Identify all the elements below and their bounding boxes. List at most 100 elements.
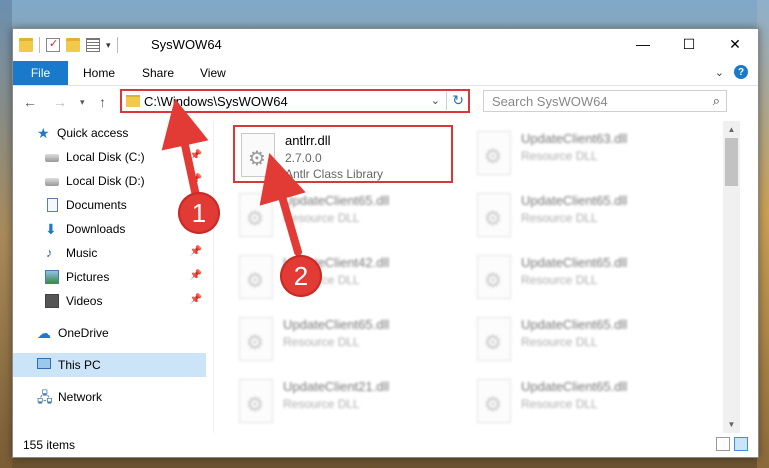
minimize-button[interactable]: — bbox=[620, 29, 666, 59]
address-bar[interactable]: C:\Windows\SysWOW64 ⌄ ↻ bbox=[120, 89, 470, 113]
tab-view[interactable]: View bbox=[200, 61, 226, 85]
forward-arrow-icon[interactable]: → bbox=[53, 94, 67, 110]
customize-toolbar-chevron-icon[interactable]: ▾ bbox=[106, 40, 111, 51]
file-name: UpdateClient65.dll bbox=[521, 317, 628, 332]
file-item[interactable]: ⚙ UpdateClient65.dll Resource DLL bbox=[471, 187, 691, 245]
gear-icon: ⚙ bbox=[484, 146, 502, 168]
gear-icon: ⚙ bbox=[246, 270, 264, 292]
computer-icon bbox=[37, 358, 51, 369]
document-icon bbox=[47, 198, 58, 212]
sidebar-item-onedrive[interactable]: ☁ OneDrive bbox=[13, 321, 206, 345]
disk-icon bbox=[45, 154, 59, 162]
scroll-down-arrow-icon[interactable]: ▼ bbox=[723, 416, 740, 433]
file-version: 2.7.0.0 bbox=[285, 151, 322, 165]
up-arrow-icon[interactable]: ↑ bbox=[99, 94, 106, 110]
properties-icon[interactable] bbox=[86, 38, 100, 52]
gear-icon: ⚙ bbox=[484, 332, 502, 354]
file-type: Resource DLL bbox=[521, 397, 598, 411]
gear-icon: ⚙ bbox=[246, 208, 264, 230]
view-switcher bbox=[716, 437, 748, 451]
new-folder-icon[interactable] bbox=[66, 38, 80, 52]
status-bar: 155 items bbox=[13, 433, 758, 457]
file-item[interactable]: ⚙ UpdateClient42.dll Resource DLL bbox=[233, 249, 453, 307]
title-bar: ▾ SysWOW64 — ☐ ✕ bbox=[13, 29, 758, 61]
sidebar-item-network[interactable]: 🖧 Network bbox=[13, 385, 206, 409]
tab-share[interactable]: Share bbox=[142, 61, 174, 85]
close-button[interactable]: ✕ bbox=[712, 29, 758, 59]
sidebar-item-local-disk-c[interactable]: Local Disk (C:) 📌 bbox=[13, 145, 206, 169]
gear-icon: ⚙ bbox=[484, 394, 502, 416]
file-item[interactable]: ⚙ UpdateClient65.dll Resource DLL bbox=[233, 311, 453, 369]
file-name: UpdateClient65.dll bbox=[283, 317, 390, 332]
scrollbar-thumb[interactable] bbox=[725, 138, 738, 186]
vertical-scrollbar[interactable]: ▲ ▼ bbox=[723, 121, 740, 433]
file-item[interactable]: ⚙ UpdateClient65.dll Resource DLL bbox=[471, 373, 691, 431]
file-name: UpdateClient65.dll bbox=[521, 193, 628, 208]
sidebar-item-local-disk-d[interactable]: Local Disk (D:) 📌 bbox=[13, 169, 206, 193]
file-type: Resource DLL bbox=[521, 211, 598, 225]
sidebar-item-this-pc[interactable]: This PC bbox=[13, 353, 206, 377]
expand-ribbon-chevron-icon[interactable]: ⌄ bbox=[715, 66, 724, 79]
refresh-icon[interactable]: ↻ bbox=[446, 92, 464, 110]
star-icon: ★ bbox=[37, 125, 50, 141]
scroll-up-arrow-icon[interactable]: ▲ bbox=[723, 121, 740, 138]
gear-icon: ⚙ bbox=[484, 270, 502, 292]
dll-file-icon: ⚙ bbox=[239, 379, 273, 423]
navigation-pane: ★ Quick access Local Disk (C:) 📌 Local D… bbox=[13, 121, 206, 433]
pin-icon[interactable]: 📌 bbox=[190, 270, 202, 281]
file-item[interactable]: ⚙ UpdateClient65.dll Resource DLL bbox=[233, 187, 453, 245]
window-controls: — ☐ ✕ bbox=[620, 29, 758, 59]
pin-icon[interactable]: 📌 bbox=[190, 246, 202, 257]
sidebar-item-videos[interactable]: Videos 📌 bbox=[13, 289, 206, 313]
details-view-icon[interactable] bbox=[716, 437, 730, 451]
pin-icon[interactable]: 📌 bbox=[190, 294, 202, 305]
file-name: UpdateClient65.dll bbox=[521, 379, 628, 394]
maximize-button[interactable]: ☐ bbox=[666, 29, 712, 59]
recent-locations-chevron-icon[interactable]: ▾ bbox=[80, 97, 85, 108]
dll-file-icon: ⚙ bbox=[239, 193, 273, 237]
file-description: Antlr Class Library bbox=[285, 167, 384, 181]
file-name: UpdateClient21.dll bbox=[283, 379, 390, 394]
network-icon: 🖧 bbox=[37, 389, 53, 405]
sidebar-item-label: Videos bbox=[66, 294, 103, 308]
sidebar-item-label: Local Disk (D:) bbox=[66, 174, 145, 188]
file-name: UpdateClient63.dll bbox=[521, 131, 628, 146]
file-item-antlrr-dll[interactable]: ⚙ antlrr.dll 2.7.0.0 Antlr Class Library bbox=[233, 125, 453, 183]
pin-icon[interactable]: 📌 bbox=[190, 150, 202, 161]
address-dropdown-chevron-icon[interactable]: ⌄ bbox=[431, 94, 440, 107]
sidebar-item-music[interactable]: ♪ Music 📌 bbox=[13, 241, 206, 265]
tab-home[interactable]: Home bbox=[83, 61, 115, 85]
sidebar-item-label: Music bbox=[66, 246, 98, 260]
file-item[interactable]: ⚙ UpdateClient65.dll Resource DLL bbox=[471, 311, 691, 369]
file-item[interactable]: ⚙ UpdateClient63.dll Resource DLL bbox=[471, 125, 691, 183]
dll-file-icon: ⚙ bbox=[477, 131, 511, 175]
help-icon[interactable]: ? bbox=[734, 65, 748, 79]
desktop-background-left bbox=[0, 0, 12, 468]
file-item[interactable]: ⚙ UpdateClient21.dll Resource DLL bbox=[233, 373, 453, 431]
dll-file-icon: ⚙ bbox=[477, 255, 511, 299]
gear-icon: ⚙ bbox=[484, 208, 502, 230]
tab-file[interactable]: File bbox=[13, 61, 68, 85]
sidebar-item-pictures[interactable]: Pictures 📌 bbox=[13, 265, 206, 289]
file-item[interactable]: ⚙ UpdateClient65.dll Resource DLL bbox=[471, 249, 691, 307]
videos-icon bbox=[45, 294, 59, 308]
toolbar-divider bbox=[39, 37, 40, 53]
sidebar-item-downloads[interactable]: ⬇ Downloads 📌 bbox=[13, 217, 206, 241]
back-arrow-icon[interactable]: ← bbox=[23, 94, 37, 110]
dll-file-icon: ⚙ bbox=[477, 317, 511, 361]
pin-icon[interactable]: 📌 bbox=[190, 174, 202, 185]
dll-file-icon: ⚙ bbox=[239, 255, 273, 299]
checkmark-icon[interactable] bbox=[46, 37, 60, 52]
address-path[interactable]: C:\Windows\SysWOW64 bbox=[144, 94, 288, 109]
file-type: Resource DLL bbox=[283, 211, 360, 225]
folder-icon bbox=[126, 95, 140, 107]
search-input[interactable]: Search SysWOW64 ⌕ bbox=[483, 90, 727, 112]
sidebar-item-quick-access[interactable]: ★ Quick access bbox=[13, 121, 206, 145]
gear-icon: ⚙ bbox=[246, 394, 264, 416]
sidebar-item-label: Pictures bbox=[66, 270, 110, 284]
pane-divider bbox=[213, 121, 214, 433]
file-name: UpdateClient65.dll bbox=[283, 193, 390, 208]
download-icon: ⬇ bbox=[45, 221, 57, 237]
sidebar-item-label: Local Disk (C:) bbox=[66, 150, 145, 164]
tiles-view-icon[interactable] bbox=[734, 437, 748, 451]
